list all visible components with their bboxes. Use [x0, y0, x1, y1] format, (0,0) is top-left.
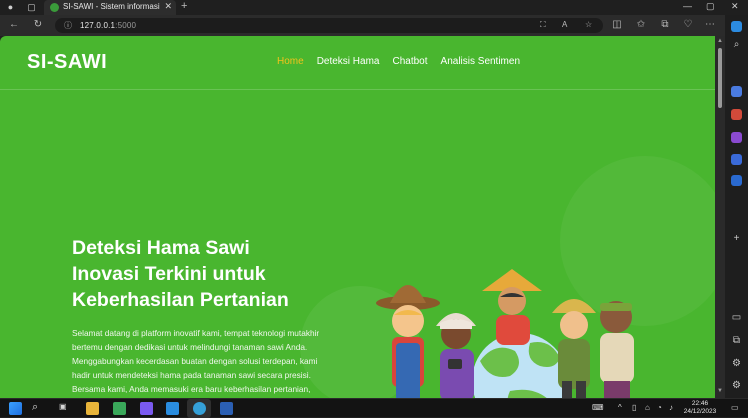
site-favicon-icon — [50, 3, 59, 12]
games-icon[interactable] — [731, 154, 742, 165]
hide-sidebar-icon[interactable]: ▭ — [730, 312, 743, 323]
minimize-icon[interactable]: — — [683, 1, 692, 11]
hero-title-line: Keberhasilan Pertanian — [72, 289, 289, 311]
search-icon[interactable]: ⌕ — [730, 39, 743, 50]
browser-tab[interactable]: SI-SAWI - Sistem informasi Deteksi Hama … — [44, 0, 176, 15]
search-icon[interactable]: ⌕ — [32, 401, 38, 414]
page-scrollbar[interactable]: ▲ ▼ — [715, 36, 725, 398]
address-bar[interactable]: ⓘ 127.0.0.1:5000 ⛶ A ☆ — [55, 18, 603, 33]
scroll-down-icon[interactable]: ▼ — [716, 388, 724, 394]
taskbar-clock[interactable]: 22:46 24/12/2023 — [683, 400, 717, 416]
hero-title-line: Deteksi Hama Sawi — [72, 237, 250, 259]
workspaces-icon[interactable]: ▢ — [26, 2, 37, 13]
tag-icon[interactable] — [731, 86, 742, 97]
url-text: 127.0.0.1:5000 — [80, 21, 137, 30]
notification-icon[interactable]: ▭ — [731, 403, 739, 412]
clock-time: 22:46 — [691, 400, 709, 407]
hero-title: Deteksi Hama Sawi Inovasi Terkini untuk … — [72, 235, 372, 313]
hero-paragraph: Selamat datang di platform inovatif kami… — [72, 326, 342, 396]
farmer-green-hat — [552, 299, 596, 398]
farmer-beanie — [436, 313, 476, 398]
hero-paragraph-line: Menggabungkan kecerdasan buatan dengan s… — [72, 356, 318, 366]
nav-analisis-sentimen[interactable]: Analisis Sentimen — [441, 56, 520, 67]
main-nav: Home Deteksi Hama Chatbot Analisis Senti… — [277, 56, 520, 67]
back-icon[interactable]: ← — [8, 19, 20, 31]
hero-paragraph-line: Selamat datang di platform inovatif kami… — [72, 328, 320, 338]
nav-deteksi-hama[interactable]: Deteksi Hama — [317, 56, 380, 67]
scroll-up-icon[interactable]: ▲ — [716, 38, 724, 44]
tab-strip: ● ▢ SI-SAWI - Sistem informasi Deteksi H… — [0, 0, 748, 15]
app-icon[interactable] — [113, 402, 126, 415]
add-sidebar-app-icon[interactable]: + — [730, 233, 743, 244]
profile-icon[interactable]: ● — [5, 2, 16, 13]
read-aloud-icon[interactable]: ⛶ — [540, 20, 546, 30]
wifi-icon[interactable]: ◔ — [657, 403, 662, 412]
battery-icon[interactable]: ▯ — [632, 403, 636, 412]
refresh-icon[interactable]: ↻ — [32, 19, 44, 31]
page-viewport: SI-SAWI Home Deteksi Hama Chatbot Analis… — [0, 36, 715, 398]
tools-icon[interactable] — [731, 132, 742, 143]
maximize-icon[interactable]: ▢ — [706, 1, 715, 12]
split-screen-icon[interactable]: ◫ — [611, 19, 623, 31]
word-icon[interactable] — [220, 402, 233, 415]
close-tab-icon[interactable]: ✕ — [164, 1, 172, 12]
keyboard-icon[interactable]: ⌨ — [592, 403, 604, 412]
sidebar-settings-icon[interactable]: ⚙ — [730, 380, 743, 391]
new-tab-icon[interactable]: + — [181, 0, 187, 12]
edge-icon[interactable] — [193, 402, 206, 415]
more-menu-icon[interactable]: ⋯ — [704, 19, 716, 31]
browser-toolbar: ← ↻ ⓘ 127.0.0.1:5000 ⛶ A ☆ ◫ ✩ ⧉ ♡ ⋯ — [0, 15, 748, 36]
farmer-headband — [600, 301, 634, 398]
file-explorer-icon[interactable] — [86, 402, 99, 415]
network-icon[interactable]: ⌂ — [645, 403, 650, 412]
brand-logo[interactable]: SI-SAWI — [27, 51, 107, 74]
text-size-icon[interactable]: A — [562, 20, 567, 29]
start-icon[interactable] — [9, 402, 22, 415]
copilot-icon[interactable] — [731, 21, 742, 32]
favorites-icon[interactable]: ✩ — [635, 19, 647, 31]
hero-title-line: Inovasi Terkini untuk — [72, 263, 266, 285]
tray-chevron-icon[interactable]: ^ — [618, 403, 622, 412]
hero-paragraph-line: bertemu dengan dedikasi untuk melindungi… — [72, 342, 308, 352]
favorite-star-icon[interactable]: ☆ — [585, 20, 592, 29]
vscode-icon[interactable] — [166, 402, 179, 415]
farmer-straw-hat — [482, 269, 542, 345]
nav-divider — [0, 89, 715, 90]
windows-taskbar: ⌕ ▣ ⌨ ^ ▯ ⌂ ◔ ♪ 22:46 24/12/2023 ▭ — [0, 398, 748, 418]
app-icon[interactable] — [140, 402, 153, 415]
volume-icon[interactable]: ♪ — [669, 403, 673, 412]
farmer-brown-hat — [376, 285, 440, 398]
office-icon[interactable] — [731, 175, 742, 186]
nav-chatbot[interactable]: Chatbot — [393, 56, 428, 67]
close-window-icon[interactable]: ✕ — [731, 1, 739, 12]
toolbar-icon[interactable]: ⚙ — [730, 358, 743, 369]
tab-title: SI-SAWI - Sistem informasi Deteksi Hama — [63, 2, 161, 11]
extensions-icon[interactable]: ♡ — [682, 19, 694, 31]
nav-home[interactable]: Home — [277, 56, 304, 67]
open-sidebar-icon[interactable]: ⧉ — [730, 335, 743, 346]
farmers-illustration — [376, 269, 634, 398]
site-info-icon[interactable]: ⓘ — [64, 20, 72, 31]
task-view-icon[interactable]: ▣ — [59, 402, 67, 411]
hero-paragraph-line: hadir untuk mendeteksi hama pada tanaman… — [72, 370, 311, 380]
collections-icon[interactable]: ⧉ — [659, 19, 671, 31]
hero-paragraph-line: Bersama kami, Anda memasuki era baru keb… — [72, 384, 311, 394]
edge-sidebar: ⌕ + ▭ ⧉ ⚙ ⚙ — [725, 15, 748, 398]
shopping-icon[interactable] — [731, 109, 742, 120]
scroll-thumb[interactable] — [718, 48, 722, 108]
clock-date: 24/12/2023 — [683, 408, 717, 415]
